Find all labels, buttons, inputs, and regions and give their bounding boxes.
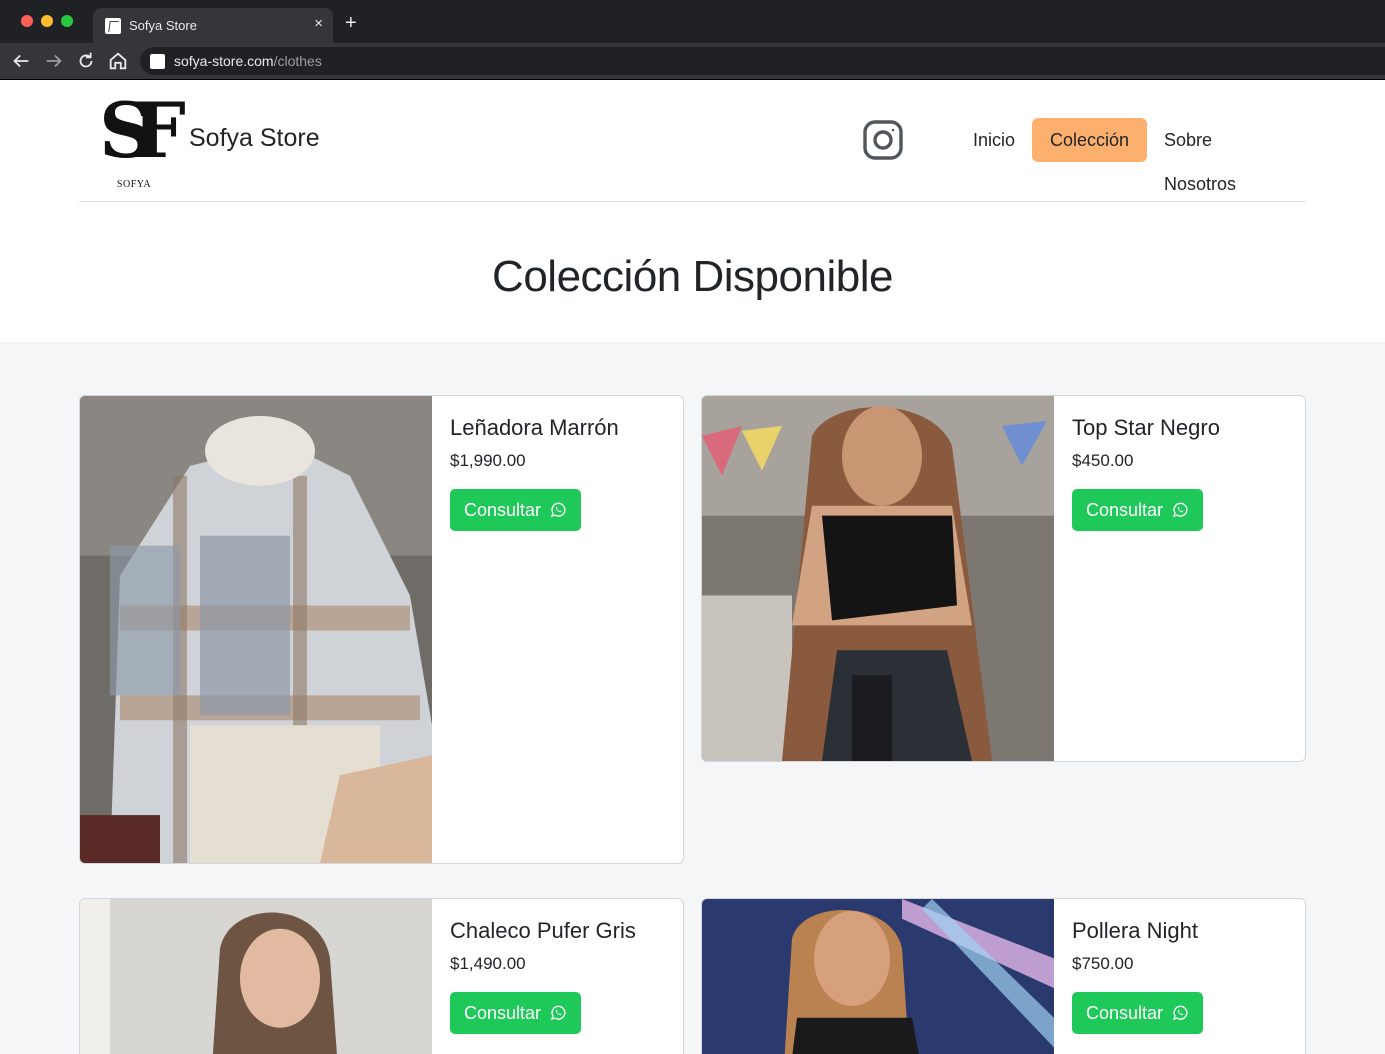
forward-arrow-icon[interactable] [43, 50, 65, 72]
new-tab-button[interactable]: + [345, 13, 357, 33]
brand-logo[interactable]: SF SOFYA [99, 86, 186, 194]
product-image[interactable] [80, 396, 432, 863]
product-name: Chaleco Pufer Gris [450, 918, 636, 943]
whatsapp-icon [1173, 1005, 1188, 1021]
back-arrow-icon[interactable] [10, 50, 32, 72]
brand-name[interactable]: Sofya Store [189, 124, 320, 153]
product-name: Pollera Night [1072, 918, 1198, 943]
maximize-window-button[interactable] [61, 15, 73, 27]
consultar-label: Consultar [464, 499, 542, 520]
nav-sobre-nosotros[interactable]: Sobre Nosotros [1146, 118, 1306, 194]
close-window-button[interactable] [21, 15, 33, 27]
url-host: sofya-store.com [174, 53, 274, 69]
product-price: $1,990.00 [450, 451, 526, 470]
whatsapp-icon [551, 1005, 566, 1021]
product-card: Pollera Night $750.00 Consultar [701, 898, 1306, 1054]
product-image[interactable] [702, 899, 1054, 1054]
product-price: $1,490.00 [450, 954, 526, 973]
minimize-window-button[interactable] [41, 15, 53, 27]
consultar-label: Consultar [1086, 499, 1164, 520]
tab-close-icon[interactable]: × [314, 15, 323, 32]
site-header: SF SOFYA Sofya Store Inicio Colección So… [79, 80, 1306, 202]
reload-icon[interactable] [75, 50, 97, 72]
url-path: /clothes [273, 53, 322, 69]
window-controls [21, 15, 73, 27]
product-info: Top Star Negro $450.00 Consultar [1054, 396, 1305, 549]
logo-caption: SOFYA [116, 179, 152, 190]
consultar-button[interactable]: Consultar [450, 489, 582, 531]
favicon-icon [105, 18, 121, 34]
tab-title: Sofya Store [129, 18, 197, 33]
consultar-label: Consultar [464, 1002, 542, 1023]
address-bar[interactable]: sofya-store.com/clothes [140, 47, 1385, 75]
product-info: Pollera Night $750.00 Consultar [1054, 899, 1305, 1052]
product-image[interactable] [80, 899, 432, 1054]
consultar-button[interactable]: Consultar [1072, 489, 1204, 531]
nav-coleccion[interactable]: Colección [1032, 118, 1148, 162]
product-card: Top Star Negro $450.00 Consultar [701, 395, 1306, 762]
browser-toolbar: sofya-store.com/clothes [0, 43, 1385, 79]
product-name: Leñadora Marrón [450, 415, 619, 440]
nav-inicio[interactable]: Inicio [955, 118, 1033, 162]
browser-tab[interactable]: Sofya Store × [93, 8, 333, 43]
product-card: Leñadora Marrón $1,990.00 Consultar [79, 395, 684, 864]
product-image[interactable] [702, 396, 1054, 761]
browser-chrome: Sofya Store × + sofya-store.com/clothes [0, 0, 1385, 80]
home-icon[interactable] [107, 50, 129, 72]
product-price: $450.00 [1072, 451, 1134, 470]
consultar-button[interactable]: Consultar [450, 992, 582, 1034]
logo-monogram: SF [99, 86, 186, 175]
product-name: Top Star Negro [1072, 415, 1220, 440]
whatsapp-icon [551, 502, 566, 518]
consultar-label: Consultar [1086, 1002, 1164, 1023]
url-text: sofya-store.com/clothes [174, 53, 322, 69]
product-info: Chaleco Pufer Gris $1,490.00 Consultar [432, 899, 683, 1052]
page-title: Colección Disponible [492, 252, 893, 301]
instagram-icon[interactable] [862, 119, 904, 161]
consultar-button[interactable]: Consultar [1072, 992, 1204, 1034]
product-price: $750.00 [1072, 954, 1134, 973]
site-info-icon[interactable] [150, 54, 165, 69]
product-card: Chaleco Pufer Gris $1,490.00 Consultar [79, 898, 684, 1054]
product-info: Leñadora Marrón $1,990.00 Consultar [432, 396, 683, 549]
whatsapp-icon [1173, 502, 1188, 518]
